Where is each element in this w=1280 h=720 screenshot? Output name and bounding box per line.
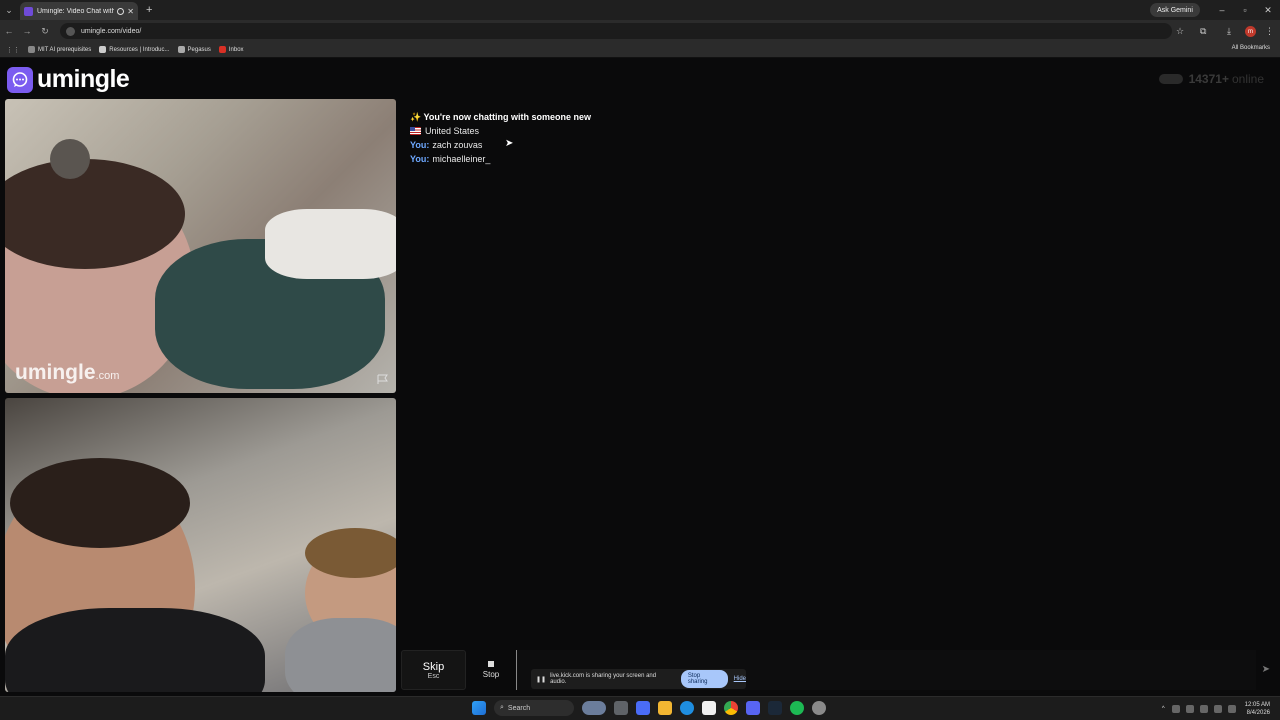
clock-time: 12:05 AM: [1244, 702, 1270, 708]
online-count: 14371+: [1188, 72, 1229, 86]
file-explorer-icon[interactable]: [658, 701, 672, 715]
stop-sharing-button[interactable]: Stop sharing: [680, 670, 728, 688]
umingle-favicon-icon: [24, 6, 33, 16]
profile-avatar[interactable]: m: [1245, 26, 1256, 37]
browser-tab[interactable]: Umingle: Video Chat with S ✕: [20, 2, 138, 20]
all-bookmarks-button[interactable]: All Bookmarks: [1232, 45, 1270, 51]
tab-title: Umingle: Video Chat with S: [37, 7, 115, 15]
message-text: michaelleiner_: [432, 154, 491, 164]
hide-banner-link[interactable]: Hide: [734, 676, 746, 682]
stop-icon: [488, 661, 494, 667]
skip-label: Skip: [422, 660, 445, 673]
us-flag-icon: [410, 127, 421, 135]
steam-icon[interactable]: [768, 701, 782, 715]
message-sender: You:: [410, 140, 430, 150]
online-toggle: [1158, 74, 1183, 84]
minimize-icon[interactable]: –: [1210, 0, 1234, 20]
gmail-icon: [218, 46, 226, 53]
recording-icon: [117, 7, 125, 15]
url-text: umingle.com/video/: [81, 27, 142, 35]
new-chat-notice: ✨ You're now chatting with someone new: [410, 112, 592, 122]
logo-text: umingle: [37, 65, 130, 93]
bookmark-inbox[interactable]: Inbox: [218, 46, 244, 53]
bookmark-icon: [28, 46, 35, 53]
window-close-icon[interactable]: ✕: [1256, 0, 1280, 20]
bookmark-star-icon[interactable]: ☆: [1176, 26, 1184, 37]
forward-icon[interactable]: →: [18, 26, 36, 36]
stranger-video: umingle.com: [5, 99, 396, 393]
bookmark-resources[interactable]: Resources | Introduc...: [99, 46, 170, 53]
send-icon[interactable]: ➤: [1262, 664, 1270, 675]
store-icon[interactable]: [702, 701, 716, 715]
mouse-cursor-icon: ➤: [505, 138, 514, 149]
tray-chevron-icon[interactable]: ^: [1162, 706, 1165, 712]
self-video: [5, 398, 396, 692]
extensions-icon[interactable]: ⧉: [1200, 26, 1206, 37]
stop-button[interactable]: Stop: [473, 650, 509, 690]
browser-tab-bar: ⌄ Umingle: Video Chat with S ✕ +: [0, 0, 1280, 20]
bookmark-pegasus[interactable]: Pegasus: [177, 46, 211, 53]
online-label: online: [1231, 72, 1264, 86]
chat-bubble-logo-icon: [7, 66, 33, 93]
chat-message: You: michaelleiner_: [410, 152, 591, 166]
screen-share-banner: ❚❚ live.kick.com is sharing your screen …: [531, 669, 746, 689]
new-tab-button[interactable]: +: [146, 4, 152, 16]
umingle-watermark: umingle.com: [15, 361, 120, 384]
settings-gear-icon[interactable]: [812, 701, 826, 715]
chat-message: You: zach zouvas: [410, 138, 591, 152]
download-icon[interactable]: ⤓: [1227, 26, 1231, 37]
report-flag-icon[interactable]: [377, 374, 389, 385]
windows-taskbar: ⌕ Search ^ 12:05 AM 8/4/2026: [0, 696, 1280, 720]
volume-icon[interactable]: [1213, 705, 1222, 713]
search-icon: ⌕: [500, 704, 504, 711]
skip-button[interactable]: Skip Esc: [401, 650, 466, 690]
apps-icon[interactable]: ⋮⋮: [6, 46, 20, 54]
country-name: United States: [425, 126, 480, 136]
browser-menu-icon[interactable]: ⋮: [1265, 26, 1274, 37]
site-info-icon[interactable]: [66, 26, 75, 36]
edge-icon[interactable]: [680, 701, 694, 715]
tab-close-icon[interactable]: ✕: [127, 7, 134, 16]
pause-icon: ❚❚: [536, 676, 547, 683]
spotify-icon[interactable]: [790, 701, 804, 715]
system-clock[interactable]: 12:05 AM 8/4/2026: [1245, 701, 1270, 717]
taskbar-search[interactable]: ⌕ Search: [494, 700, 574, 716]
microphone-icon[interactable]: [1185, 705, 1194, 713]
discord-icon[interactable]: [746, 701, 760, 715]
bookmark-icon: [99, 46, 107, 53]
clock-date: 8/4/2026: [1246, 710, 1270, 716]
bookmarks-bar: ⋮⋮ MIT AI prerequisites Resources | Intr…: [0, 42, 1280, 58]
message-text: zach zouvas: [432, 140, 483, 150]
umingle-page: umingle 14371+ online umingle.com ✨ You'…: [0, 58, 1280, 696]
site-logo[interactable]: umingle: [7, 65, 130, 94]
ask-gemini-button[interactable]: Ask Gemini: [1150, 3, 1200, 17]
url-bar[interactable]: umingle.com/video/: [60, 23, 1172, 39]
bookmark-icon: [177, 46, 185, 53]
network-icon[interactable]: [1199, 705, 1208, 713]
message-sender: You:: [410, 154, 430, 164]
country-line: United States: [410, 124, 591, 138]
maximize-icon[interactable]: ▫: [1233, 0, 1257, 20]
share-text: live.kick.com is sharing your screen and…: [550, 673, 657, 685]
tab-search-icon[interactable]: ⌄: [0, 0, 18, 20]
reload-icon[interactable]: ↻: [36, 26, 54, 37]
stop-label: Stop: [482, 670, 500, 679]
bookmark-mit[interactable]: MIT AI prerequisites: [28, 46, 91, 53]
chrome-icon[interactable]: [724, 701, 738, 715]
chat-log: ✨ You're now chatting with someone new U…: [410, 110, 591, 166]
copilot-icon[interactable]: [636, 701, 650, 715]
task-view-icon[interactable]: [614, 701, 628, 715]
back-icon[interactable]: ←: [0, 26, 18, 36]
address-bar-row: ← → ↻ umingle.com/video/: [0, 20, 1280, 42]
tray-app-icon[interactable]: [1171, 705, 1180, 713]
windows-start-icon[interactable]: [472, 701, 486, 715]
skip-shortcut: Esc: [427, 672, 440, 680]
battery-icon[interactable]: [1227, 705, 1236, 713]
widgets-icon[interactable]: [582, 701, 606, 715]
online-counter: 14371+ online: [1158, 72, 1264, 86]
